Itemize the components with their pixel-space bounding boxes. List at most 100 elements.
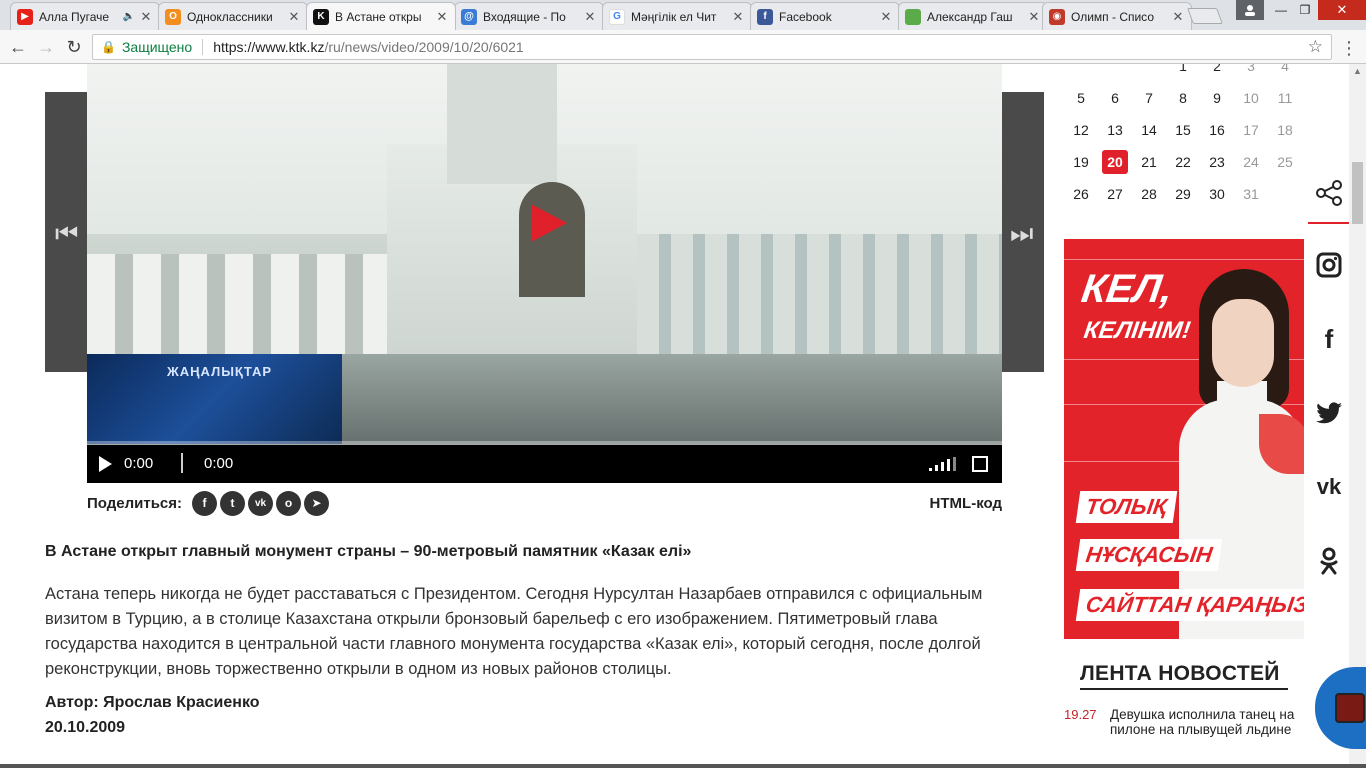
calendar-week: 1234	[1064, 64, 1304, 82]
tab-7[interactable]: ◉ Олимп - Списо ✕	[1042, 2, 1192, 30]
calendar-day[interactable]: 15	[1166, 122, 1200, 138]
telegram-icon[interactable]: ➤	[304, 490, 330, 516]
divider	[202, 39, 204, 55]
calendar-day[interactable]: 5	[1064, 90, 1098, 106]
ok-icon[interactable]: o	[276, 490, 302, 516]
prev-video-panel[interactable]: ⏮	[45, 92, 87, 372]
back-button[interactable]: ←	[6, 36, 30, 58]
calendar-day[interactable]: 13	[1098, 122, 1132, 138]
calendar-day[interactable]: 12	[1064, 122, 1098, 138]
calendar-day[interactable]: 1	[1166, 64, 1200, 74]
calendar-day[interactable]: 2	[1200, 64, 1234, 74]
scroll-thumb[interactable]	[1352, 162, 1363, 224]
divider	[181, 453, 183, 473]
calendar-day[interactable]: 11	[1268, 90, 1302, 106]
maximize-button[interactable]: ❐	[1290, 0, 1320, 20]
fullscreen-icon[interactable]	[972, 456, 988, 472]
scroll-up-icon[interactable]: ▲	[1349, 66, 1366, 76]
share-row: Поделиться: f t vk o ➤ HTML-код	[87, 490, 1002, 516]
next-video-panel[interactable]: ⏭	[1002, 92, 1044, 372]
close-icon[interactable]: ✕	[583, 9, 597, 25]
facebook-icon[interactable]: f	[192, 490, 218, 516]
star-icon[interactable]: ☆	[1308, 37, 1323, 57]
calendar-day[interactable]: 3	[1234, 64, 1268, 74]
scrollbar[interactable]: ▲	[1349, 64, 1366, 764]
volume-icon[interactable]	[929, 457, 959, 471]
play-button[interactable]	[99, 456, 112, 472]
calendar-day[interactable]: 6	[1098, 90, 1132, 106]
close-icon[interactable]: ✕	[435, 9, 449, 25]
tab-3[interactable]: @ Входящие - По ✕	[454, 2, 604, 30]
calendar-day[interactable]: 28	[1132, 186, 1166, 202]
tab-2[interactable]: K В Астане откры ✕	[306, 2, 456, 30]
calendar-day[interactable]: 4	[1268, 64, 1302, 74]
calendar-day[interactable]: 22	[1166, 154, 1200, 170]
window-close-button[interactable]: ✕	[1318, 0, 1366, 20]
video-player[interactable]: ЖАҢАЛЫҚТАР 0:00 0:00	[87, 64, 1002, 483]
html-code-link[interactable]: HTML-код	[930, 495, 1002, 512]
vk-icon[interactable]: vk	[248, 490, 274, 516]
tab-6[interactable]: Александр Гаш ✕	[898, 2, 1048, 30]
menu-icon[interactable]: ⋮	[1340, 38, 1358, 59]
vk-icon[interactable]: vk	[1308, 450, 1350, 524]
calendar-day[interactable]: 30	[1200, 186, 1234, 202]
calendar-day[interactable]: 10	[1234, 90, 1268, 106]
close-icon[interactable]: ✕	[879, 9, 893, 25]
calendar-day[interactable]: 26	[1064, 186, 1098, 202]
facebook-icon: f	[757, 8, 773, 25]
address-bar[interactable]: 🔒 Защищено https://www.ktk.kz/ru/news/vi…	[92, 34, 1332, 60]
article-author: Автор: Ярослав Красиенко	[45, 694, 260, 711]
tab-title: Одноклассники	[187, 9, 273, 24]
video-controls: 0:00 0:00	[87, 445, 1002, 483]
calendar-week: 19 20 21 22 23 24 25	[1064, 146, 1304, 178]
calendar-day[interactable]: 23	[1200, 154, 1234, 170]
page-content: ⏮ ⏭ ЖАҢАЛЫҚТАР 0:00 0:00 Поделиться: f t…	[0, 64, 1366, 768]
calendar-day[interactable]: 8	[1166, 90, 1200, 106]
user-icon[interactable]	[1236, 0, 1264, 20]
calendar-day[interactable]: 21	[1132, 154, 1166, 170]
floating-tv-button[interactable]	[1315, 667, 1366, 749]
news-item-link[interactable]: Девушка исполнила танец на пилоне на плы…	[1110, 707, 1300, 737]
reload-button[interactable]: ↻	[62, 36, 86, 58]
play-icon[interactable]	[531, 204, 567, 242]
facebook-icon[interactable]: f	[1308, 302, 1350, 376]
close-icon[interactable]: ✕	[139, 9, 153, 25]
calendar-day[interactable]: 9	[1200, 90, 1234, 106]
tab-1[interactable]: O Одноклассники ✕	[158, 2, 308, 30]
twitter-icon[interactable]: t	[220, 490, 246, 516]
close-icon[interactable]: ✕	[287, 9, 301, 25]
calendar-day[interactable]: 18	[1268, 122, 1302, 138]
calendar-day[interactable]: 7	[1132, 90, 1166, 106]
advertisement-banner[interactable]: КЕЛ, КЕЛІНІМ! ТОЛЫҚ НҰСҚАСЫН САЙТТАН ҚАР…	[1064, 239, 1304, 639]
new-tab-button[interactable]	[1187, 8, 1223, 24]
video-frame-building	[637, 234, 1002, 354]
speaker-icon[interactable]: 🔈	[123, 11, 135, 22]
calendar-day[interactable]: 14	[1132, 122, 1166, 138]
close-icon[interactable]: ✕	[1171, 9, 1185, 25]
calendar-day-today[interactable]: 20	[1098, 150, 1132, 174]
ad-title: КЕЛ,	[1078, 267, 1176, 311]
close-icon[interactable]: ✕	[731, 9, 745, 25]
calendar-day[interactable]: 29	[1166, 186, 1200, 202]
calendar-day[interactable]: 31	[1234, 186, 1268, 202]
tab-title: Александр Гаш	[927, 9, 1013, 24]
twitter-icon[interactable]	[1308, 376, 1350, 450]
close-icon[interactable]: ✕	[1027, 9, 1041, 25]
share-icon[interactable]	[1308, 164, 1350, 224]
article-headline: В Астане открыт главный монумент страны …	[45, 543, 692, 560]
calendar-day[interactable]: 19	[1064, 154, 1098, 170]
tab-5[interactable]: f Facebook ✕	[750, 2, 900, 30]
time-current: 0:00	[124, 455, 154, 472]
mail-icon: @	[461, 8, 477, 25]
calendar-day[interactable]: 27	[1098, 186, 1132, 202]
tab-4[interactable]: G Мәңгілік ел Чит ✕	[602, 2, 752, 30]
forward-button[interactable]: →	[34, 36, 58, 58]
instagram-icon[interactable]	[1308, 228, 1350, 302]
calendar-day[interactable]: 17	[1234, 122, 1268, 138]
calendar-day[interactable]: 25	[1268, 154, 1302, 170]
calendar-day[interactable]: 16	[1200, 122, 1234, 138]
sheet-icon	[905, 8, 921, 25]
ok-icon[interactable]	[1308, 524, 1350, 598]
calendar-day[interactable]: 24	[1234, 154, 1268, 170]
tab-0[interactable]: ▶ Алла Пугаче 🔈 ✕	[10, 2, 160, 30]
